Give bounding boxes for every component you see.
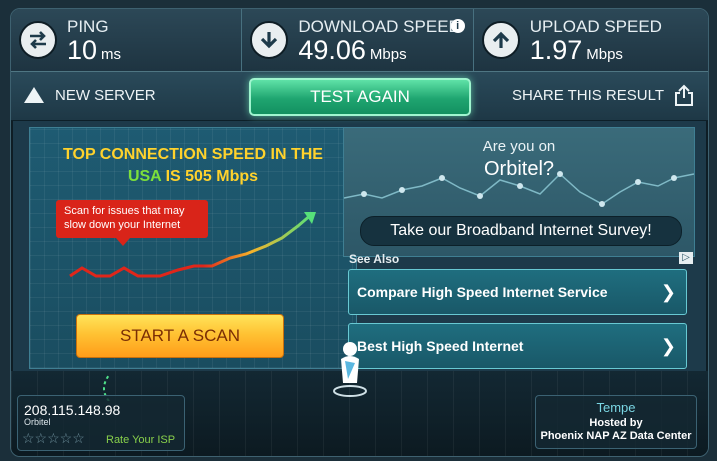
upload-value: 1.97 Mbps [529, 35, 623, 65]
isp-survey-panel: Are you on Orbitel? Take our Broadband I… [343, 127, 695, 257]
chevron-right-icon: ❯ [660, 336, 676, 356]
test-again-button[interactable]: TEST AGAIN [249, 78, 471, 116]
server-person-icon [333, 342, 367, 397]
share-result-button[interactable]: SHARE THIS RESULT [512, 84, 694, 106]
promo-country: USA [127, 168, 162, 185]
share-icon [675, 84, 693, 106]
info-icon[interactable]: i [450, 19, 465, 33]
client-ip: 208.115.148.98 [24, 402, 121, 418]
ping-value: 10 ms [67, 35, 122, 65]
survey-question-isp: Orbitel? [483, 158, 555, 180]
scan-tip: Scan for issues that may slow down your … [56, 200, 208, 246]
client-isp: Orbitel [24, 417, 51, 427]
action-bar: NEW SERVER TEST AGAIN SHARE THIS RESULT [11, 71, 708, 121]
ad-choices-icon[interactable]: ▷ [679, 252, 693, 264]
promo-panel: TOP CONNECTION SPEED IN THE USA IS 505 M… [29, 127, 357, 369]
stats-bar: PING 10 ms DOWNLOAD SPEED 49.06 Mbps i UPL… [11, 9, 708, 71]
survey-question-line1: Are you on [482, 138, 556, 155]
server-info-box: Tempe Hosted by Phoenix NAP AZ Data Cent… [535, 395, 697, 449]
server-host: Phoenix NAP AZ Data Center [540, 430, 692, 442]
triangle-icon [24, 87, 44, 103]
download-value: 49.06 Mbps [298, 35, 407, 65]
download-arrow-icon [250, 21, 289, 59]
download-stat: DOWNLOAD SPEED 49.06 Mbps i [242, 9, 474, 71]
upload-stat: UPLOAD SPEED 1.97 Mbps [473, 9, 708, 71]
chevron-right-icon: ❯ [660, 282, 676, 302]
speedtest-frame: PING 10 ms DOWNLOAD SPEED 49.06 Mbps i UPL… [10, 8, 709, 457]
ping-stat: PING 10 ms [11, 9, 243, 71]
share-result-label: SHARE THIS RESULT [512, 86, 664, 104]
take-survey-button[interactable]: Take our Broadband Internet Survey! [360, 216, 682, 246]
promo-headline: TOP CONNECTION SPEED IN THE USA IS 505 M… [63, 146, 323, 185]
hosted-by-label: Hosted by [589, 417, 643, 429]
new-server-button[interactable]: NEW SERVER [23, 86, 156, 104]
ping-arrows-icon [19, 21, 57, 59]
ad-link-compare-internet[interactable]: Compare High Speed Internet Service ❯ [348, 269, 687, 315]
start-scan-button[interactable]: START A SCAN [76, 314, 284, 358]
upload-arrow-icon [481, 21, 520, 59]
ping-label: PING [67, 17, 109, 36]
see-also-label: See Also [349, 252, 400, 266]
ad-link-best-internet[interactable]: Best High Speed Internet ❯ [348, 323, 687, 369]
upload-label: UPLOAD SPEED [529, 17, 662, 36]
new-server-label: NEW SERVER [55, 86, 156, 104]
client-info-box: 208.115.148.98 Orbitel ☆☆☆☆☆ Rate Your I… [17, 395, 185, 451]
download-label: DOWNLOAD SPEED [298, 17, 461, 36]
server-city: Tempe [596, 400, 636, 415]
rate-isp-link[interactable]: Rate Your ISP [106, 434, 175, 446]
isp-rating-stars[interactable]: ☆☆☆☆☆ [22, 430, 85, 447]
